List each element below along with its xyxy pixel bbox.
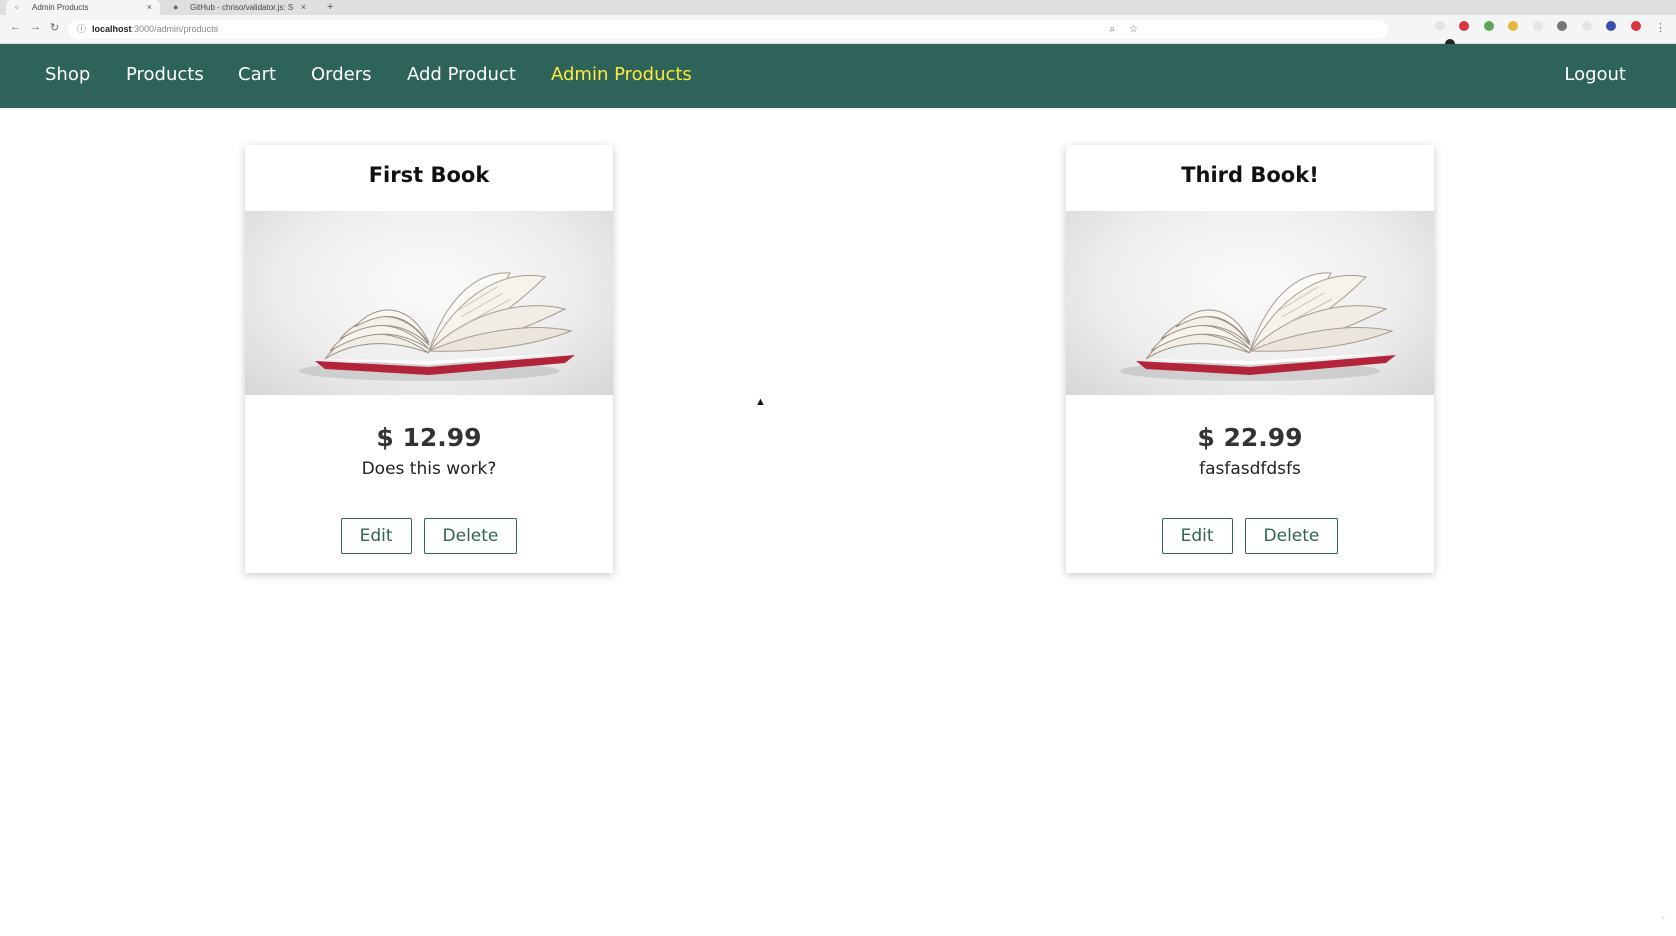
mouse-cursor-icon: ▲ [755,396,766,408]
watermark-logo: ◔ [1657,910,1666,926]
omnibox-actions: ⌕ ☆ [1095,24,1138,35]
extension-icon[interactable] [1581,21,1592,31]
page-icon: ▫ [15,2,19,12]
nav-cart[interactable]: Cart [238,64,276,85]
product-card: First Book $ 12.99 Does this work? Edit D… [245,145,613,573]
extension-icon[interactable] [1606,21,1617,31]
product-price: $ 12.99 [376,423,482,452]
extension-icon[interactable] [1532,21,1543,31]
nav-add-product[interactable]: Add Product [407,64,516,85]
product-card: Third Book! $ 22.99 fasfasdfdsfs Edit Del… [1066,145,1434,573]
card-actions: Edit Delete [1066,518,1434,554]
info-icon[interactable]: ⓘ [77,22,86,35]
delete-button[interactable]: Delete [423,518,518,554]
extension-icons [1435,21,1676,49]
product-title: First Book [368,163,490,187]
product-image [1066,211,1434,395]
product-title: Third Book! [1181,163,1319,187]
nav-products[interactable]: Products [126,64,204,85]
logout-button[interactable]: Logout [1564,64,1626,85]
edit-button[interactable]: Edit [1161,518,1233,554]
delete-button[interactable]: Delete [1244,518,1339,554]
url-path: :3000/admin/products [131,24,219,34]
more-menu-icon[interactable]: ⋮ [1655,21,1666,34]
tab-title: GitHub - chriso/validator.js: S [190,3,294,12]
nav-shop[interactable]: Shop [45,64,90,85]
card-actions: Edit Delete [245,518,613,554]
main-header: Shop Products Cart Orders Add Product Ad… [0,44,1676,108]
browser-tab-bar: ▫ Admin Products × ● GitHub - chriso/val… [0,0,1676,15]
extension-icon[interactable] [1459,21,1470,31]
github-icon: ● [173,2,179,12]
extension-icon[interactable] [1435,21,1445,31]
edit-button[interactable]: Edit [340,518,412,554]
open-book-image [299,272,575,381]
extension-icon[interactable] [1557,21,1568,31]
address-bar[interactable]: ⓘ localhost:3000/admin/products ⌕ ☆ [68,20,1388,39]
back-icon[interactable]: ← [10,21,21,33]
forward-icon[interactable]: → [30,21,41,33]
browser-tab-admin-products[interactable]: ▫ Admin Products × [6,0,160,15]
url-host: localhost [92,24,132,34]
zoom-icon[interactable]: ⌕ [1109,24,1115,35]
close-tab-icon[interactable]: × [301,0,306,15]
nav-admin-products[interactable]: Admin Products [551,64,692,85]
browser-toolbar: ← → ↻ ⓘ localhost:3000/admin/products ⌕ ☆… [0,15,1676,49]
product-description: fasfasdfdsfs [1199,459,1301,479]
extension-icon[interactable] [1508,21,1519,31]
reload-icon[interactable]: ↻ [50,21,59,34]
product-price: $ 22.99 [1197,423,1303,452]
close-tab-icon[interactable]: × [147,0,152,15]
tab-title: Admin Products [32,3,89,12]
bookmark-star-icon[interactable]: ☆ [1129,24,1138,35]
open-book-image [1120,272,1396,381]
url-text: localhost:3000/admin/products [92,24,218,34]
nav-orders[interactable]: Orders [311,64,372,85]
browser-tab-github[interactable]: ● GitHub - chriso/validator.js: S × [164,0,314,15]
product-description: Does this work? [361,459,497,479]
product-image [245,211,613,395]
extension-icon[interactable] [1483,21,1494,31]
extension-icon[interactable] [1630,21,1641,31]
new-tab-button[interactable]: + [327,0,333,15]
